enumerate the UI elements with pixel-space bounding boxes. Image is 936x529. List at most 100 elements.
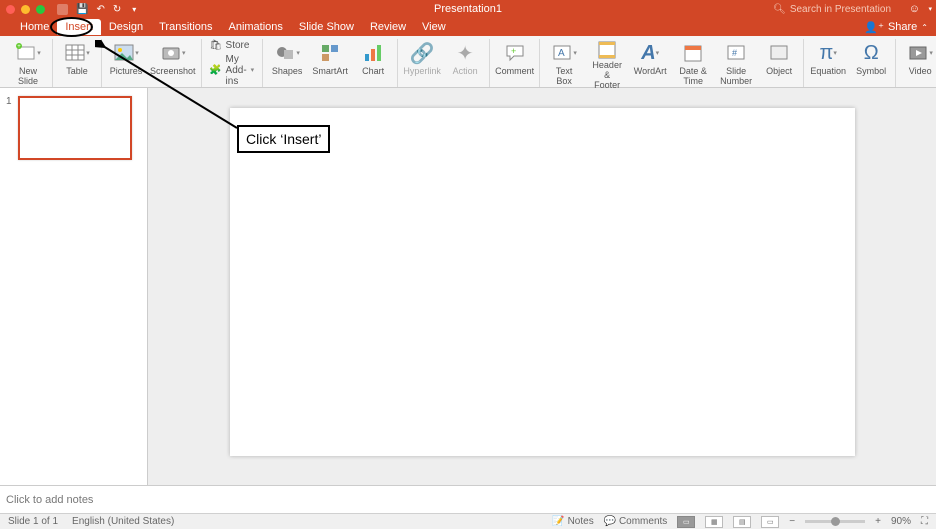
tab-slideshow[interactable]: Slide Show (291, 19, 362, 35)
action-icon: ✦ (457, 39, 474, 67)
hyperlink-button[interactable]: 🔗 Hyperlink (403, 39, 441, 87)
svg-text:#: # (732, 48, 737, 58)
slideshow-view-button[interactable]: ▭ (761, 516, 779, 528)
chart-icon (362, 42, 384, 64)
account-icon[interactable]: ☺ (909, 3, 920, 15)
shapes-button[interactable]: ▾ Shapes (268, 39, 306, 87)
date-time-button[interactable]: Date &Time (674, 39, 712, 87)
table-icon (64, 42, 86, 64)
notes-toggle[interactable]: 📝 Notes (552, 516, 593, 527)
title-bar: 💾 ↶ ↻ ▾ Presentation1 🔍︎ Search in Prese… (0, 0, 936, 18)
pictures-button[interactable]: ▾ Pictures (107, 39, 145, 87)
notes-pane[interactable]: Click to add notes (0, 485, 936, 513)
tab-review[interactable]: Review (362, 19, 414, 35)
share-label: Share (888, 21, 917, 33)
symbol-button[interactable]: Ω Symbol (852, 39, 890, 87)
document-title: Presentation1 (434, 3, 502, 15)
object-icon (768, 42, 790, 64)
comments-toggle[interactable]: 💬 Comments (604, 516, 668, 527)
smartart-button[interactable]: SmartArt (311, 39, 349, 87)
slide-thumbnail-panel[interactable]: 1 (0, 88, 148, 485)
svg-text:+: + (17, 44, 21, 50)
text-box-icon: A (551, 42, 573, 64)
zoom-level[interactable]: 90% (891, 516, 911, 527)
slide-1[interactable] (230, 108, 855, 456)
fit-to-window-button[interactable]: ⛶ (921, 516, 928, 527)
object-button[interactable]: Object (760, 39, 798, 87)
slide-count[interactable]: Slide 1 of 1 (8, 516, 58, 527)
collapse-ribbon-icon[interactable]: ⌃ (921, 23, 928, 32)
undo-icon[interactable]: ↶ (96, 4, 104, 15)
comment-icon: + (504, 42, 526, 64)
thumbnail-1[interactable]: 1 (6, 96, 141, 160)
normal-view-button[interactable]: ▭ (677, 516, 695, 528)
ribbon-insert: +▾ NewSlide ▾ Table ▾ Pictures ▾ Screens… (0, 36, 936, 88)
date-time-icon (682, 42, 704, 64)
zoom-in-button[interactable]: + (875, 516, 881, 527)
text-box-button[interactable]: A▾ TextBox (545, 39, 583, 87)
my-addins-button[interactable]: 🧩 My Add-ins ▾ (210, 54, 255, 87)
svg-text:+: + (511, 46, 516, 56)
comment-button[interactable]: + Comment (495, 39, 534, 87)
minimize-window-button[interactable] (21, 5, 30, 14)
search-icon: 🔍︎ (773, 4, 786, 15)
action-button[interactable]: ✦ Action (446, 39, 484, 87)
screenshot-button[interactable]: ▾ Screenshot (150, 39, 196, 87)
tab-transitions[interactable]: Transitions (151, 19, 220, 35)
chart-button[interactable]: Chart (354, 39, 392, 87)
equation-button[interactable]: π▾ Equation (809, 39, 847, 87)
notes-placeholder: Click to add notes (6, 494, 93, 506)
header-footer-icon (596, 39, 618, 61)
redo-icon[interactable]: ↻ (113, 4, 121, 15)
tab-animations[interactable]: Animations (221, 19, 291, 35)
shapes-icon (274, 42, 296, 64)
sorter-view-button[interactable]: ▦ (705, 516, 723, 528)
table-button[interactable]: ▾ Table (58, 39, 96, 87)
search-presentation[interactable]: 🔍︎ Search in Presentation (773, 4, 891, 15)
thumbnail-preview[interactable] (18, 96, 132, 160)
save-icon[interactable]: 💾 (76, 4, 88, 15)
screenshot-icon (160, 42, 182, 64)
share-user-icon: 👤⁺ (864, 21, 884, 34)
main-area: 1 (0, 88, 936, 485)
wordart-button[interactable]: A▾ WordArt (631, 39, 669, 87)
thumbnail-number: 1 (6, 96, 14, 160)
share-button[interactable]: 👤⁺ Share ⌃ (864, 21, 928, 34)
status-bar: Slide 1 of 1 English (United States) 📝 N… (0, 513, 936, 529)
header-footer-button[interactable]: Header &Footer (588, 39, 626, 87)
tab-design[interactable]: Design (101, 19, 151, 35)
tab-view[interactable]: View (414, 19, 454, 35)
close-window-button[interactable] (6, 5, 15, 14)
qa-dropdown-icon[interactable]: ▾ (132, 5, 136, 14)
zoom-out-button[interactable]: − (789, 516, 795, 527)
pictures-icon (113, 42, 135, 64)
store-icon: 🛍 (210, 40, 222, 52)
language-status[interactable]: English (United States) (72, 516, 174, 527)
wordart-icon: A (641, 42, 655, 65)
slide-number-icon: # (725, 42, 747, 64)
new-slide-icon: + (15, 42, 37, 64)
smartart-icon (319, 42, 341, 64)
svg-text:A: A (558, 48, 565, 59)
app-icon (57, 4, 68, 15)
tab-insert[interactable]: Insert (57, 19, 101, 35)
annotation-callout: Click ‘Insert’ (237, 125, 330, 153)
ribbon-tabs: Home Insert Design Transitions Animation… (0, 18, 936, 36)
tab-home[interactable]: Home (12, 19, 57, 35)
account-dropdown-icon[interactable]: ▾ (928, 5, 932, 13)
search-placeholder: Search in Presentation (790, 4, 891, 15)
window-controls (6, 5, 45, 14)
quick-access-toolbar: 💾 ↶ ↻ ▾ (57, 4, 136, 15)
zoom-window-button[interactable] (36, 5, 45, 14)
video-button[interactable]: ▾ Video (901, 39, 936, 87)
hyperlink-icon: 🔗 (410, 39, 435, 67)
new-slide-button[interactable]: +▾ NewSlide (9, 39, 47, 87)
video-icon (907, 42, 929, 64)
store-button[interactable]: 🛍 Store (210, 40, 255, 52)
equation-icon: π (820, 42, 834, 65)
reading-view-button[interactable]: ▤ (733, 516, 751, 528)
zoom-slider[interactable] (805, 520, 865, 523)
slide-number-button[interactable]: # SlideNumber (717, 39, 755, 87)
symbol-icon: Ω (864, 42, 879, 65)
addins-icon: 🧩 (210, 64, 222, 76)
